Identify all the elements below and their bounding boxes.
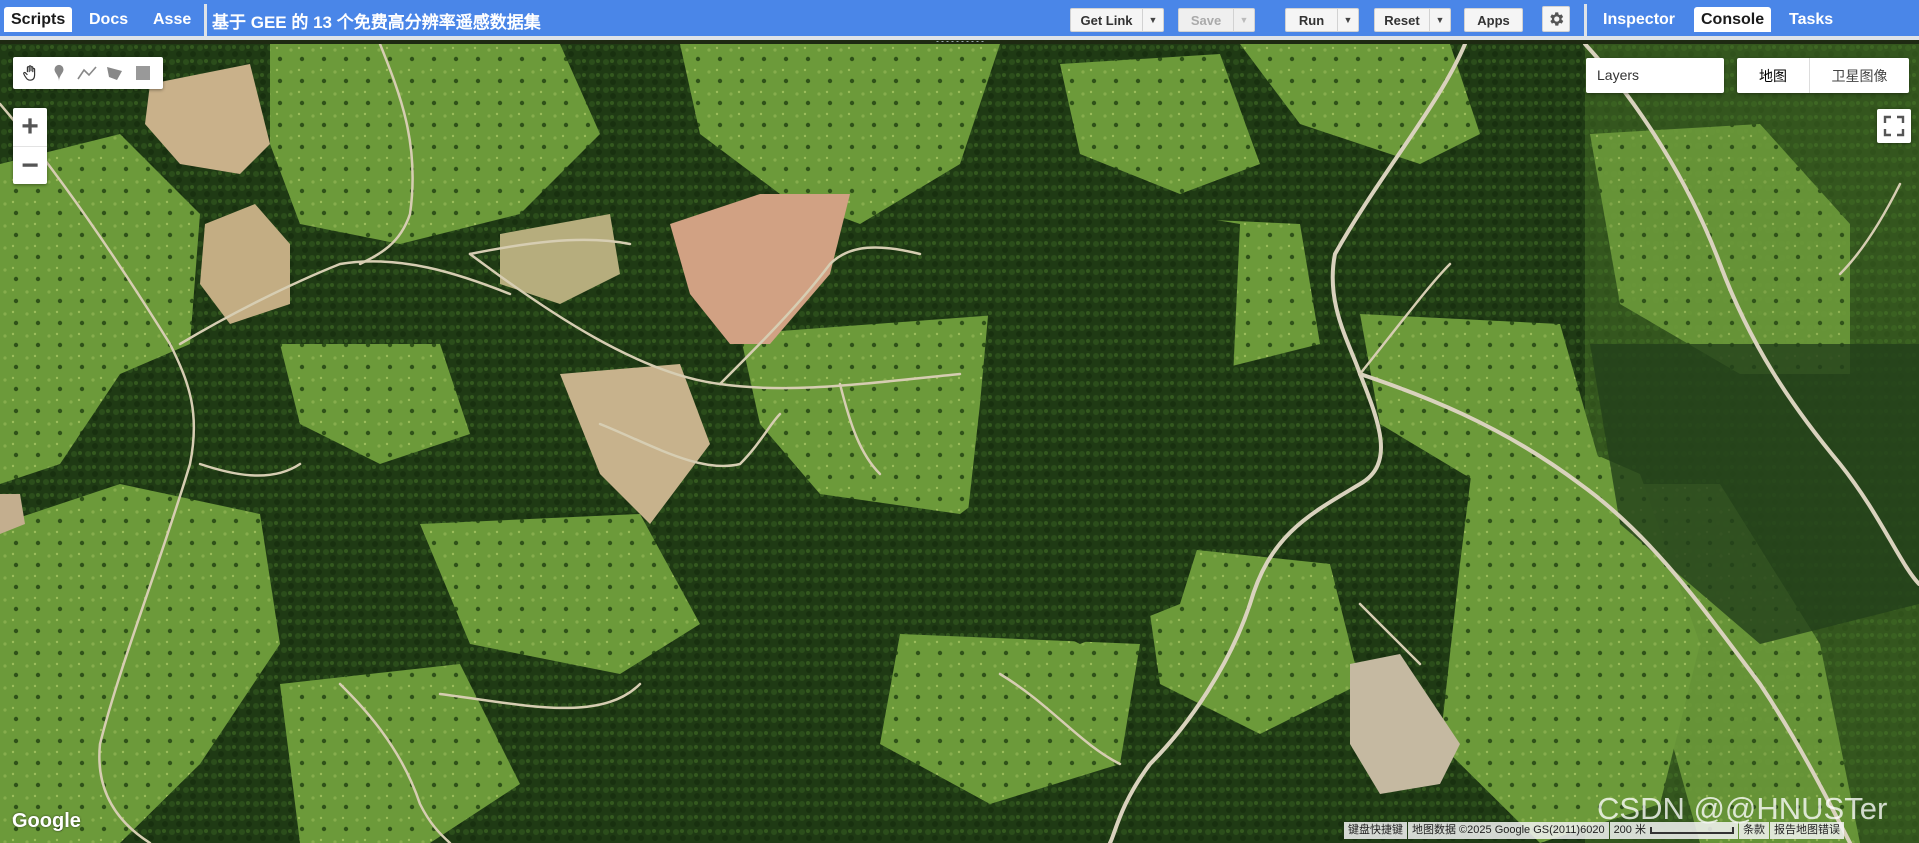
hand-icon: [23, 65, 36, 81]
scale-label: 200 米: [1613, 824, 1646, 836]
tab-assets[interactable]: Asse: [146, 7, 198, 32]
rectangle-icon: [136, 66, 150, 80]
google-logo: Google: [12, 810, 81, 832]
top-toolbar: Scripts Docs Asse 基于 GEE 的 13 个免费高分辨率遥感数…: [0, 0, 1919, 40]
script-title: 基于 GEE 的 13 个免费高分辨率遥感数据集: [212, 13, 541, 32]
run-label: Run: [1298, 12, 1325, 28]
map-type-control: 地图 卫星图像: [1737, 58, 1909, 93]
layers-button[interactable]: Layers: [1586, 58, 1724, 93]
report-map-error-link[interactable]: 报告地图错误: [1769, 822, 1844, 839]
point-tool[interactable]: [45, 59, 73, 87]
tab-tasks[interactable]: Tasks: [1782, 7, 1840, 32]
tab-docs[interactable]: Docs: [82, 7, 135, 32]
tab-inspector[interactable]: Inspector: [1596, 7, 1682, 32]
save-label: Save: [1190, 12, 1222, 28]
terms-link[interactable]: 条款: [1738, 822, 1769, 839]
pane-divider[interactable]: [204, 4, 207, 36]
satellite-imagery: [0, 44, 1919, 843]
chevron-down-icon[interactable]: ▼: [1142, 9, 1163, 31]
keyboard-shortcuts-link[interactable]: 键盘快捷键: [1344, 822, 1407, 839]
chevron-down-icon[interactable]: ▼: [1337, 9, 1358, 31]
drawing-toolbar: [13, 57, 163, 89]
reset-label: Reset: [1384, 12, 1420, 28]
scale-bar: [1649, 826, 1734, 834]
fullscreen-button[interactable]: [1877, 109, 1911, 143]
shape-tool[interactable]: [101, 59, 129, 87]
get-link-label: Get Link: [1080, 12, 1133, 28]
fullscreen-icon: [1883, 115, 1905, 137]
get-link-button[interactable]: Get Link ▼: [1070, 8, 1164, 32]
polygon-icon: [107, 67, 122, 80]
run-button[interactable]: Run ▼: [1285, 8, 1359, 32]
chevron-down-icon[interactable]: ▼: [1233, 9, 1254, 31]
zoom-in-button[interactable]: +: [13, 108, 47, 147]
scale-indicator[interactable]: 200 米: [1609, 822, 1738, 839]
tab-scripts[interactable]: Scripts: [4, 7, 73, 32]
map-view[interactable]: + − Layers 地图 卫星图像 Google CSDN @@HNUSTer…: [0, 44, 1919, 843]
apps-button[interactable]: Apps: [1464, 8, 1523, 32]
polyline-icon: [77, 66, 97, 80]
reset-button[interactable]: Reset ▼: [1374, 8, 1451, 32]
pane-divider[interactable]: [1584, 4, 1587, 36]
chevron-down-icon[interactable]: ▼: [1429, 9, 1450, 31]
tab-console[interactable]: Console: [1694, 7, 1772, 32]
zoom-control: + −: [13, 108, 47, 184]
map-data-text: 地图数据 ©2025 Google GS(2011)6020: [1408, 822, 1609, 839]
map-attribution: 键盘快捷键 地图数据 ©2025 Google GS(2011)6020 200…: [1344, 822, 1845, 839]
rectangle-tool[interactable]: [129, 59, 157, 87]
map-type-map-button[interactable]: 地图: [1737, 58, 1809, 93]
map-type-satellite-button[interactable]: 卫星图像: [1809, 58, 1909, 93]
settings-button[interactable]: [1542, 6, 1570, 32]
line-tool[interactable]: [73, 59, 101, 87]
gear-icon: [1550, 12, 1564, 26]
apps-label: Apps: [1477, 12, 1510, 28]
marker-icon: [54, 64, 64, 82]
save-button[interactable]: Save ▼: [1178, 8, 1255, 32]
pan-tool[interactable]: [17, 59, 45, 87]
zoom-out-button[interactable]: −: [13, 147, 47, 185]
